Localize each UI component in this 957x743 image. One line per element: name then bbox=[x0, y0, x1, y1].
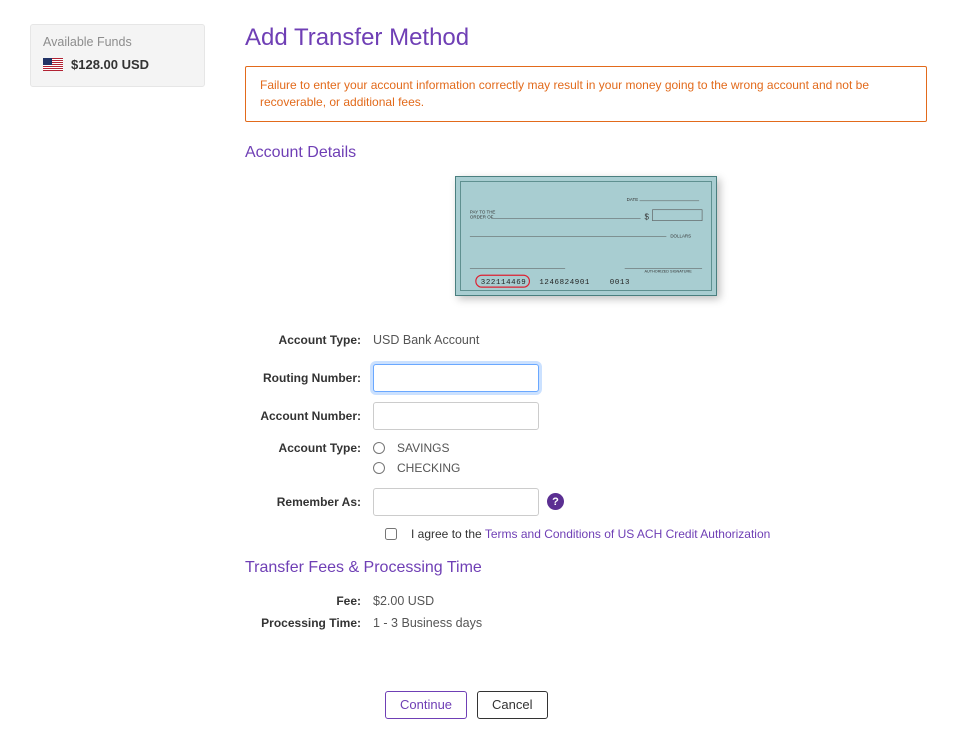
radio-savings-label: SAVINGS bbox=[397, 441, 449, 455]
cancel-button[interactable]: Cancel bbox=[477, 691, 547, 719]
section-title-fees: Transfer Fees & Processing Time bbox=[245, 559, 927, 577]
radio-checking-label: CHECKING bbox=[397, 461, 460, 475]
check-dollars-label: DOLLARS bbox=[670, 233, 691, 238]
value-account-type: USD Bank Account bbox=[373, 333, 479, 347]
main-content: Add Transfer Method Failure to enter you… bbox=[245, 24, 927, 719]
remember-as-input[interactable] bbox=[373, 488, 539, 516]
check-micr-account: 1246824901 bbox=[539, 279, 590, 287]
label-fee: Fee: bbox=[245, 594, 373, 608]
available-funds-amount: $128.00 USD bbox=[71, 57, 149, 72]
agree-text: I agree to the Terms and Conditions of U… bbox=[411, 527, 770, 541]
label-processing-time: Processing Time: bbox=[245, 616, 373, 630]
check-date-label: DATE bbox=[627, 196, 639, 201]
value-processing-time: 1 - 3 Business days bbox=[373, 616, 482, 630]
agree-prefix: I agree to the bbox=[411, 527, 485, 541]
account-number-input[interactable] bbox=[373, 402, 539, 430]
sidebar: Available Funds $128.00 USD bbox=[30, 24, 205, 719]
agree-checkbox[interactable] bbox=[385, 528, 397, 540]
available-funds-title: Available Funds bbox=[43, 35, 192, 49]
button-row: Continue Cancel bbox=[385, 691, 927, 719]
label-routing-number: Routing Number: bbox=[245, 371, 373, 385]
continue-button[interactable]: Continue bbox=[385, 691, 467, 719]
fees-section: Fee: $2.00 USD Processing Time: 1 - 3 Bu… bbox=[245, 591, 927, 633]
routing-number-input[interactable] bbox=[373, 364, 539, 392]
value-fee: $2.00 USD bbox=[373, 594, 434, 608]
check-micr-routing: 322114469 bbox=[481, 279, 527, 287]
check-dollar-sign: $ bbox=[645, 212, 650, 221]
check-micr-check: 0013 bbox=[610, 279, 630, 287]
check-orderof-label: ORDER OF bbox=[470, 214, 494, 219]
label-account-number: Account Number: bbox=[245, 409, 373, 423]
account-type-radio-group: SAVINGS CHECKING bbox=[373, 439, 460, 477]
radio-checking-input[interactable] bbox=[373, 462, 385, 474]
available-funds-box: Available Funds $128.00 USD bbox=[30, 24, 205, 87]
help-icon[interactable]: ? bbox=[547, 493, 564, 510]
check-signature-label: AUTHORIZED SIGNATURE bbox=[645, 269, 693, 273]
page-title: Add Transfer Method bbox=[245, 24, 927, 52]
radio-savings-input[interactable] bbox=[373, 442, 385, 454]
label-account-type: Account Type: bbox=[245, 333, 373, 347]
account-form: Account Type: USD Bank Account Routing N… bbox=[245, 325, 927, 541]
radio-savings[interactable]: SAVINGS bbox=[373, 441, 460, 455]
radio-checking[interactable]: CHECKING bbox=[373, 461, 460, 475]
flag-usa-icon bbox=[43, 58, 63, 71]
warning-alert: Failure to enter your account informatio… bbox=[245, 66, 927, 122]
sample-check-image: DATE PAY TO THE ORDER OF $ DOLLARS AUTHO… bbox=[455, 176, 717, 296]
available-funds-row: $128.00 USD bbox=[43, 57, 192, 72]
label-account-type-radio: Account Type: bbox=[245, 439, 373, 455]
check-image-wrap: DATE PAY TO THE ORDER OF $ DOLLARS AUTHO… bbox=[245, 176, 927, 299]
agree-terms-link[interactable]: Terms and Conditions of US ACH Credit Au… bbox=[485, 527, 770, 541]
label-remember-as: Remember As: bbox=[245, 495, 373, 509]
section-title-account-details: Account Details bbox=[245, 144, 927, 162]
